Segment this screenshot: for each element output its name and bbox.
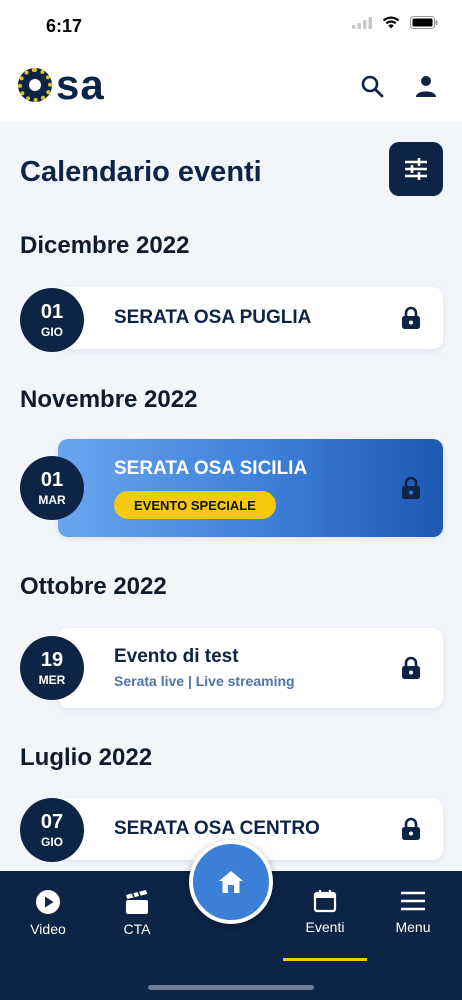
- filter-button[interactable]: [389, 142, 443, 196]
- event-title: SERATA OSA CENTRO: [114, 818, 320, 839]
- status-time: 6:17: [46, 16, 83, 36]
- lock-icon: [402, 306, 420, 329]
- lock-icon: [402, 476, 420, 499]
- hamburger-menu-icon: [401, 891, 425, 911]
- nav-item-video[interactable]: Video: [8, 889, 88, 937]
- event-weekday: GIO: [40, 835, 63, 849]
- status-bar: 6:17: [0, 0, 462, 52]
- month-label: Ottobre 2022: [20, 573, 167, 600]
- event-weekday: MAR: [38, 493, 66, 507]
- page-title: Calendario eventi: [20, 156, 262, 188]
- nav-item-eventi[interactable]: Eventi: [285, 889, 365, 935]
- event-title: Evento di test: [114, 646, 239, 667]
- month-label: Novembre 2022: [20, 386, 198, 413]
- month-label: Dicembre 2022: [20, 232, 190, 259]
- event-card[interactable]: SERATA OSA PUGLIA: [58, 287, 443, 349]
- nav-active-indicator: [283, 958, 367, 961]
- event-day: 19: [40, 649, 64, 671]
- cellular-signal-icon: [352, 16, 372, 29]
- clapperboard-icon: [126, 890, 148, 914]
- user-icon: [416, 76, 436, 97]
- battery-icon: [410, 16, 438, 29]
- home-icon: [219, 871, 243, 893]
- event-date-badge: 01 MAR: [20, 456, 84, 520]
- event-day: 01: [40, 469, 64, 491]
- event-weekday: MER: [38, 673, 66, 687]
- calendar-icon: [313, 890, 337, 913]
- nav-label: CTA: [123, 921, 151, 937]
- sliders-icon: [405, 158, 427, 180]
- event-subtitle: Serata live | Live streaming: [114, 673, 295, 689]
- nav-label: Menu: [395, 919, 431, 935]
- logo-ring-icon: [18, 68, 52, 102]
- month-label: Luglio 2022: [20, 744, 153, 771]
- app-header: sa: [0, 52, 462, 122]
- event-date-badge: 01 GIO: [20, 288, 84, 352]
- nav-item-menu[interactable]: Menu: [373, 889, 453, 935]
- event-card-special[interactable]: SERATA OSA SICILIA EVENTO SPECIALE: [58, 439, 443, 537]
- event-day: 01: [40, 301, 64, 323]
- event-weekday: GIO: [40, 325, 63, 339]
- event-card[interactable]: Evento di test Serata live | Live stream…: [58, 628, 443, 708]
- logo-text: sa: [56, 61, 105, 108]
- osa-logo[interactable]: sa: [18, 61, 105, 108]
- home-indicator: [148, 985, 314, 990]
- nav-item-cta[interactable]: CTA: [97, 889, 177, 937]
- lock-icon: [402, 817, 420, 840]
- search-icon: [361, 75, 384, 98]
- event-date-badge: 19 MER: [20, 636, 84, 700]
- nav-label: Video: [30, 921, 66, 937]
- wifi-icon: [382, 16, 400, 29]
- home-button[interactable]: [189, 840, 273, 924]
- event-date-badge: 07 GIO: [20, 798, 84, 862]
- lock-icon: [402, 656, 420, 679]
- nav-label: Eventi: [305, 919, 345, 935]
- status-icons: [352, 16, 438, 29]
- event-title: SERATA OSA PUGLIA: [114, 307, 312, 328]
- special-event-badge: EVENTO SPECIALE: [114, 491, 276, 519]
- profile-button[interactable]: [412, 72, 440, 100]
- play-circle-icon: [36, 890, 60, 914]
- event-title: SERATA OSA SICILIA: [114, 458, 308, 479]
- event-day: 07: [40, 811, 64, 833]
- search-button[interactable]: [358, 72, 386, 100]
